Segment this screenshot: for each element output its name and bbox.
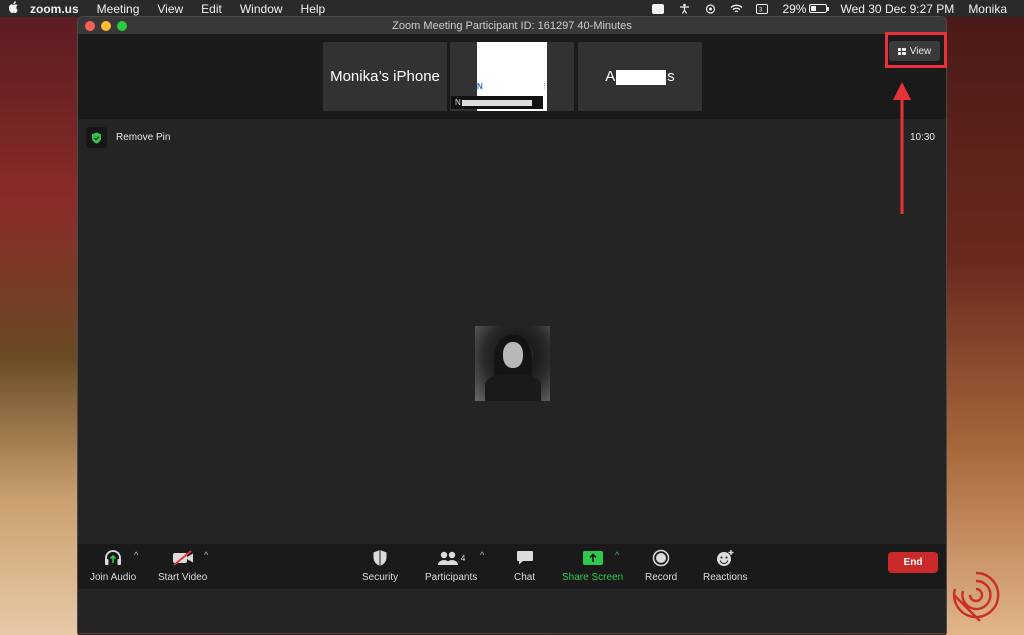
window-title: Zoom Meeting Participant ID: 161297 40-M… <box>392 19 632 32</box>
join-audio-button[interactable]: Join Audio <box>90 547 136 583</box>
audio-options-chevron-icon[interactable]: ^ <box>134 550 138 560</box>
security-label: Security <box>362 572 399 583</box>
participant-thumbnail-1[interactable]: Monika’s iPhone <box>323 42 447 111</box>
cloud-icon[interactable] <box>703 3 717 14</box>
video-options-chevron-icon[interactable]: ^ <box>204 550 208 560</box>
video-off-icon <box>172 547 194 569</box>
menu-meeting[interactable]: Meeting <box>88 2 149 16</box>
menu-view[interactable]: View <box>148 2 192 16</box>
participant-profile-photo <box>475 326 550 401</box>
fullscreen-window-button[interactable] <box>117 21 127 31</box>
shield-icon <box>372 547 388 569</box>
desktop-background-right <box>946 17 1024 635</box>
meeting-timer: 10:30 <box>909 132 935 143</box>
participant-name: As <box>605 68 675 85</box>
apple-icon[interactable] <box>2 1 24 16</box>
share-screen-icon <box>582 547 603 569</box>
participant-name-tag: N <box>451 96 543 109</box>
record-button[interactable]: Record <box>645 547 677 583</box>
accessibility-icon[interactable] <box>677 3 691 14</box>
reactions-label: Reactions <box>703 572 748 583</box>
participants-label: Participants <box>425 572 478 583</box>
share-screen-button[interactable]: Share Screen <box>562 547 623 583</box>
mac-menubar: zoom.us Meeting View Edit Window Help 3 … <box>0 0 1024 17</box>
participants-options-chevron-icon[interactable]: ^ <box>480 550 484 560</box>
battery-icon[interactable] <box>809 4 830 13</box>
remove-pin-control[interactable]: Remove Pin <box>86 127 170 148</box>
wifi-icon[interactable] <box>729 3 743 14</box>
view-highlight-box <box>885 32 947 68</box>
zoom-window: Zoom Meeting Participant ID: 161297 40-M… <box>77 16 947 634</box>
emoji-add-icon <box>715 547 735 569</box>
start-video-label: Start Video <box>158 572 208 583</box>
menu-app-name[interactable]: zoom.us <box>24 2 88 16</box>
menu-help[interactable]: Help <box>292 2 335 16</box>
meeting-toolbar: Join Audio ^ Start Video ^ Security 4 Pa… <box>78 544 946 589</box>
share-screen-label: Share Screen <box>562 572 624 583</box>
join-audio-label: Join Audio <box>90 572 137 583</box>
close-window-button[interactable] <box>85 21 95 31</box>
main-video-area: Remove Pin 10:30 Join Audio ^ Start Vide… <box>78 119 946 589</box>
participant-name: Monika’s iPhone <box>330 68 440 85</box>
participants-count: 4 <box>460 553 466 563</box>
participant-thumbnail-2[interactable]: N ⋮ N <box>450 42 574 111</box>
participant-thumbnail-3[interactable]: As <box>578 42 702 111</box>
record-icon <box>652 547 670 569</box>
watermark-logo-icon <box>953 571 1000 622</box>
security-button[interactable]: Security <box>362 547 398 583</box>
participants-icon: 4 <box>437 547 465 569</box>
chat-bubble-icon <box>516 547 534 569</box>
desktop-background-left <box>0 17 78 635</box>
chat-button[interactable]: Chat <box>514 547 535 583</box>
shield-check-icon <box>86 127 107 148</box>
more-dots-icon: ⋮ <box>541 83 548 90</box>
end-meeting-button[interactable]: End <box>888 552 938 573</box>
share-options-chevron-icon[interactable]: ^ <box>615 550 619 560</box>
participant-initial: N <box>477 82 483 91</box>
start-video-button[interactable]: Start Video <box>158 547 207 583</box>
svg-text:3: 3 <box>759 7 763 13</box>
menubar-datetime[interactable]: Wed 30 Dec 9:27 PM <box>833 2 961 16</box>
reactions-button[interactable]: Reactions <box>703 547 747 583</box>
menu-window[interactable]: Window <box>231 2 292 16</box>
battery-percent: 29% <box>782 1 807 16</box>
menu-edit[interactable]: Edit <box>192 2 231 16</box>
end-label: End <box>903 557 923 568</box>
headphones-icon <box>103 547 123 569</box>
keyboard-input-icon[interactable]: 3 <box>755 3 769 14</box>
chat-label: Chat <box>514 572 536 583</box>
record-label: Record <box>645 572 678 583</box>
redacted-name-block <box>616 69 667 85</box>
menubar-user[interactable]: Monika <box>961 2 1014 16</box>
zoom-status-icon[interactable] <box>651 3 665 14</box>
remove-pin-label[interactable]: Remove Pin <box>116 132 170 143</box>
annotation-arrow-icon <box>893 82 911 214</box>
minimize-window-button[interactable] <box>101 21 111 31</box>
participants-button[interactable]: 4 Participants <box>425 547 477 583</box>
window-titlebar[interactable]: Zoom Meeting Participant ID: 161297 40-M… <box>78 17 946 35</box>
